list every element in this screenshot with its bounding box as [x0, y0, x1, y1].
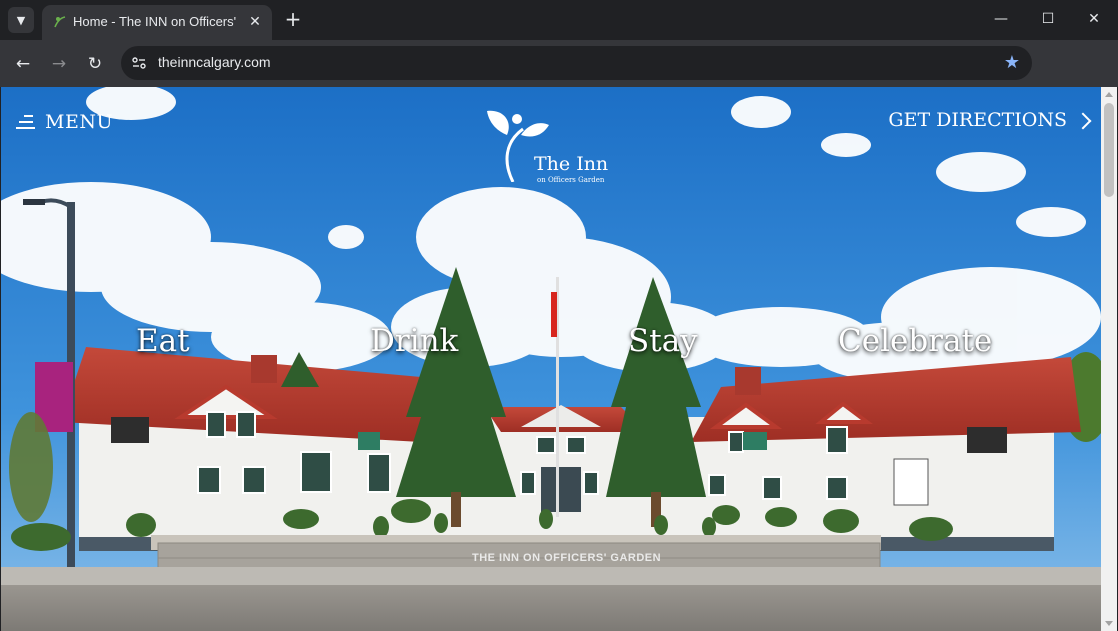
site-favicon [54, 16, 66, 28]
reload-icon[interactable]: ↻ [83, 52, 107, 76]
menu-button[interactable]: MENU [16, 111, 113, 133]
chevron-right-icon [1074, 112, 1092, 129]
address-bar[interactable]: theinncalgary.com ★ [121, 46, 1032, 80]
scroll-down-icon[interactable] [1105, 621, 1113, 626]
plus-icon[interactable]: + [284, 8, 302, 30]
forward-icon[interactable]: → [47, 52, 71, 76]
window-close-icon[interactable]: ✕ [1079, 8, 1109, 30]
get-directions-link[interactable]: GET DIRECTIONS [888, 109, 1092, 131]
scroll-thumb[interactable] [1104, 103, 1114, 197]
url-text: theinncalgary.com [158, 54, 271, 70]
nav-eat-link[interactable]: Eat [136, 323, 190, 359]
directions-label: GET DIRECTIONS [888, 109, 1067, 131]
close-icon[interactable]: ✕ [246, 13, 264, 31]
page-viewport: MENU The Inn on Officers Garden GET DIRE… [1, 87, 1101, 631]
menu-label: MENU [45, 111, 113, 133]
tab-search-icon[interactable]: ▼ [8, 7, 34, 33]
garden-sign-text: THE INN ON OFFICERS' GARDEN [472, 552, 662, 564]
site-settings-icon[interactable] [131, 55, 147, 71]
logo-name: The Inn [534, 153, 609, 175]
browser-toolbar: ← → ↻ theinncalgary.com ★ ⋮ [0, 40, 1118, 114]
site-logo[interactable]: The Inn on Officers Garden [483, 107, 623, 187]
nav-stay-link[interactable]: Stay [628, 323, 698, 359]
nav-drink-link[interactable]: Drink [370, 323, 458, 359]
nav-celebrate-link[interactable]: Celebrate [838, 323, 992, 359]
bookmark-star-icon[interactable]: ★ [1004, 52, 1020, 73]
minimize-icon[interactable]: — [986, 8, 1016, 30]
scroll-up-icon[interactable] [1105, 92, 1113, 97]
active-tab[interactable]: Home - The INN on Officers' Garden ✕ [42, 5, 272, 40]
logo-subtitle: on Officers Garden [537, 176, 605, 184]
page-scrollbar[interactable] [1101, 87, 1117, 631]
tab-title: Home - The INN on Officers' Garden [73, 14, 238, 29]
hamburger-icon [16, 115, 35, 129]
tab-strip: ▼ Home - The INN on Officers' Garden ✕ +… [0, 0, 1118, 40]
maximize-icon[interactable]: ☐ [1033, 8, 1063, 30]
back-icon[interactable]: ← [11, 52, 35, 76]
